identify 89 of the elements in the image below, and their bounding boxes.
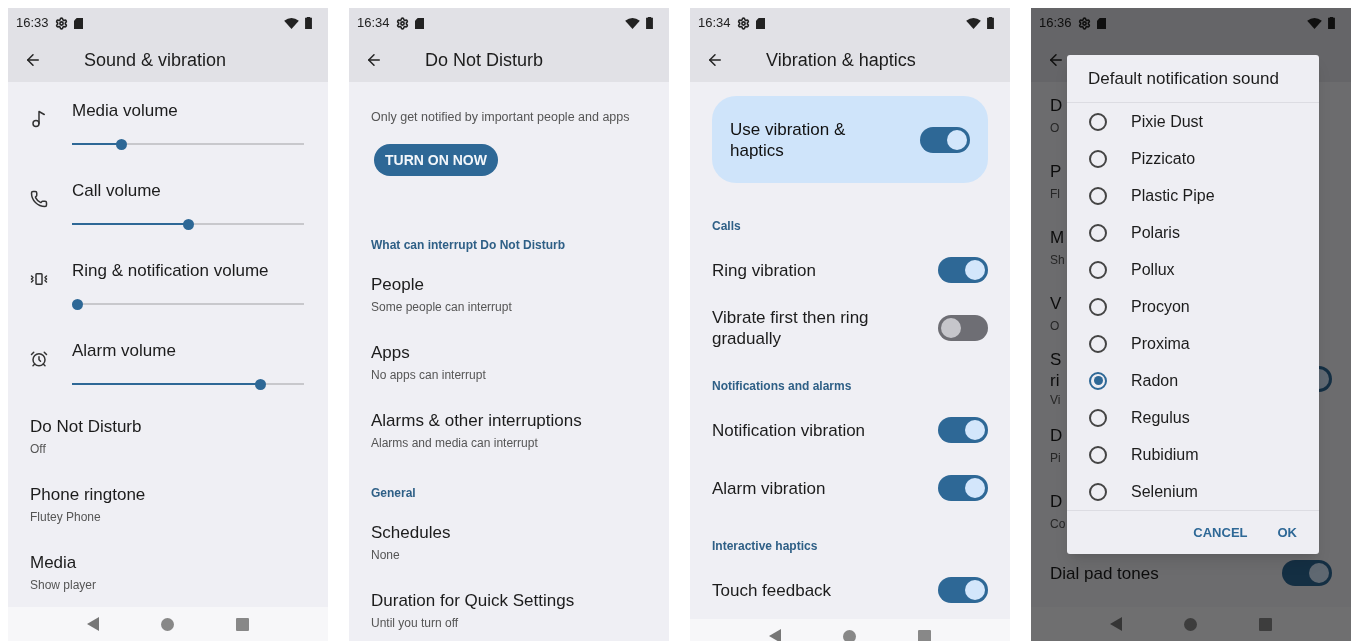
home-nav-icon[interactable]	[1184, 617, 1197, 631]
slider-icon	[30, 270, 48, 288]
home-nav-icon[interactable]	[843, 629, 856, 641]
radio-option[interactable]: Proxima	[1067, 325, 1319, 362]
toggle-switch[interactable]	[938, 417, 988, 443]
settings-icon	[1077, 16, 1091, 30]
recents-nav-icon[interactable]	[1259, 617, 1272, 631]
slider-label: Call volume	[72, 180, 162, 202]
battery-icon	[646, 17, 653, 29]
radio-option[interactable]: Pixie Dust	[1067, 103, 1319, 140]
back-icon[interactable]	[24, 51, 42, 69]
status-time: 16:36	[1039, 14, 1072, 33]
switch-subtitle: Vi	[1050, 392, 1061, 409]
section-header: Notifications and alarms	[712, 378, 852, 395]
toggle-switch[interactable]	[938, 257, 988, 283]
switch-label: Notification vibration	[712, 419, 866, 441]
dialog-button[interactable]: CANCEL	[1183, 516, 1258, 549]
radio-option[interactable]: Plastic Pipe	[1067, 177, 1319, 214]
status-time: 16:34	[357, 14, 390, 33]
toggle-switch[interactable]	[938, 315, 988, 341]
settings-item[interactable]: Schedules None	[349, 508, 473, 576]
settings-item[interactable]: Phone ringtone Flutey Phone	[8, 470, 168, 538]
settings-icon	[395, 16, 409, 30]
slider-icon	[30, 190, 48, 208]
sd-card-icon	[414, 17, 424, 29]
radio-option[interactable]: Radon	[1067, 362, 1319, 399]
toggle-switch[interactable]	[920, 126, 970, 153]
screen-title: Sound & vibration	[84, 48, 227, 72]
battery-icon	[987, 17, 994, 29]
section-header: General	[371, 485, 416, 502]
section-header: What can interrupt Do Not Disturb	[371, 237, 565, 254]
radio-option[interactable]: Selenium	[1067, 473, 1319, 510]
toggle-switch[interactable]	[938, 475, 988, 501]
screen-title: Vibration & haptics	[766, 48, 916, 72]
wifi-icon	[1307, 17, 1322, 29]
section-header: Calls	[712, 218, 741, 235]
description-text: Only get notified by important people and apps	[371, 110, 630, 124]
sd-card-icon	[73, 17, 83, 29]
screen-title: Do Not Disturb	[425, 48, 544, 72]
recents-nav-icon[interactable]	[236, 617, 249, 631]
slider-label: Media volume	[72, 100, 179, 122]
settings-icon	[54, 16, 68, 30]
status-time: 16:34	[698, 14, 731, 33]
wifi-icon	[625, 17, 640, 29]
sd-card-icon	[1096, 17, 1106, 29]
switch-label: Alarm vibration	[712, 477, 826, 499]
section-header: Interactive haptics	[712, 538, 818, 555]
turn-on-button[interactable]: TURN ON NOW	[374, 144, 498, 176]
slider-label: Alarm volume	[72, 340, 177, 362]
settings-item[interactable]: Alarms & other interruptions Alarms and media can interrupt	[349, 396, 604, 464]
dialog-button[interactable]: OK	[1267, 516, 1307, 549]
sd-card-icon	[755, 17, 765, 29]
home-nav-icon[interactable]	[161, 617, 174, 631]
radio-option[interactable]: Rubidium	[1067, 436, 1319, 473]
slider-icon	[30, 110, 48, 128]
settings-item[interactable]: Do Not Disturb Off	[8, 402, 164, 470]
settings-item[interactable]: Media Show player	[8, 538, 119, 606]
radio-option[interactable]: Procyon	[1067, 288, 1319, 325]
slider-icon	[30, 350, 48, 368]
switch-label: Touch feedback	[712, 579, 832, 601]
wifi-icon	[966, 17, 981, 29]
battery-icon	[1328, 17, 1335, 29]
switch-label: Vibrate first then ring gradually	[712, 307, 870, 349]
radio-option[interactable]: Pizzicato	[1067, 140, 1319, 177]
back-icon[interactable]	[365, 51, 383, 69]
radio-option[interactable]: Pollux	[1067, 251, 1319, 288]
radio-option[interactable]: Regulus	[1067, 399, 1319, 436]
back-nav-icon[interactable]	[769, 629, 781, 641]
radio-option[interactable]: Polaris	[1067, 214, 1319, 251]
settings-item[interactable]: Apps No apps can interrupt	[349, 328, 508, 396]
status-time: 16:33	[16, 14, 49, 33]
master-switch-card[interactable]: Use vibration & haptics	[712, 96, 988, 183]
back-nav-icon[interactable]	[87, 617, 99, 631]
toggle-switch[interactable]	[938, 577, 988, 603]
switch-label: Dial pad tones	[1050, 562, 1159, 584]
switch-label: Ring vibration	[712, 259, 816, 281]
settings-icon	[736, 16, 750, 30]
battery-icon	[305, 17, 312, 29]
switch-label: S	[1050, 349, 1062, 370]
recents-nav-icon[interactable]	[918, 629, 931, 641]
slider-label: Ring & notification volume	[72, 260, 270, 282]
switch-label: ri	[1050, 370, 1060, 391]
settings-item[interactable]: Duration for Quick Settings Until you turn off	[349, 576, 597, 641]
settings-item[interactable]: People Some people can interrupt	[349, 260, 534, 328]
wifi-icon	[284, 17, 299, 29]
toggle-switch[interactable]	[1282, 560, 1332, 586]
back-icon[interactable]	[706, 51, 724, 69]
back-nav-icon[interactable]	[1110, 617, 1122, 631]
dialog-title: Default notification sound	[1088, 67, 1279, 90]
